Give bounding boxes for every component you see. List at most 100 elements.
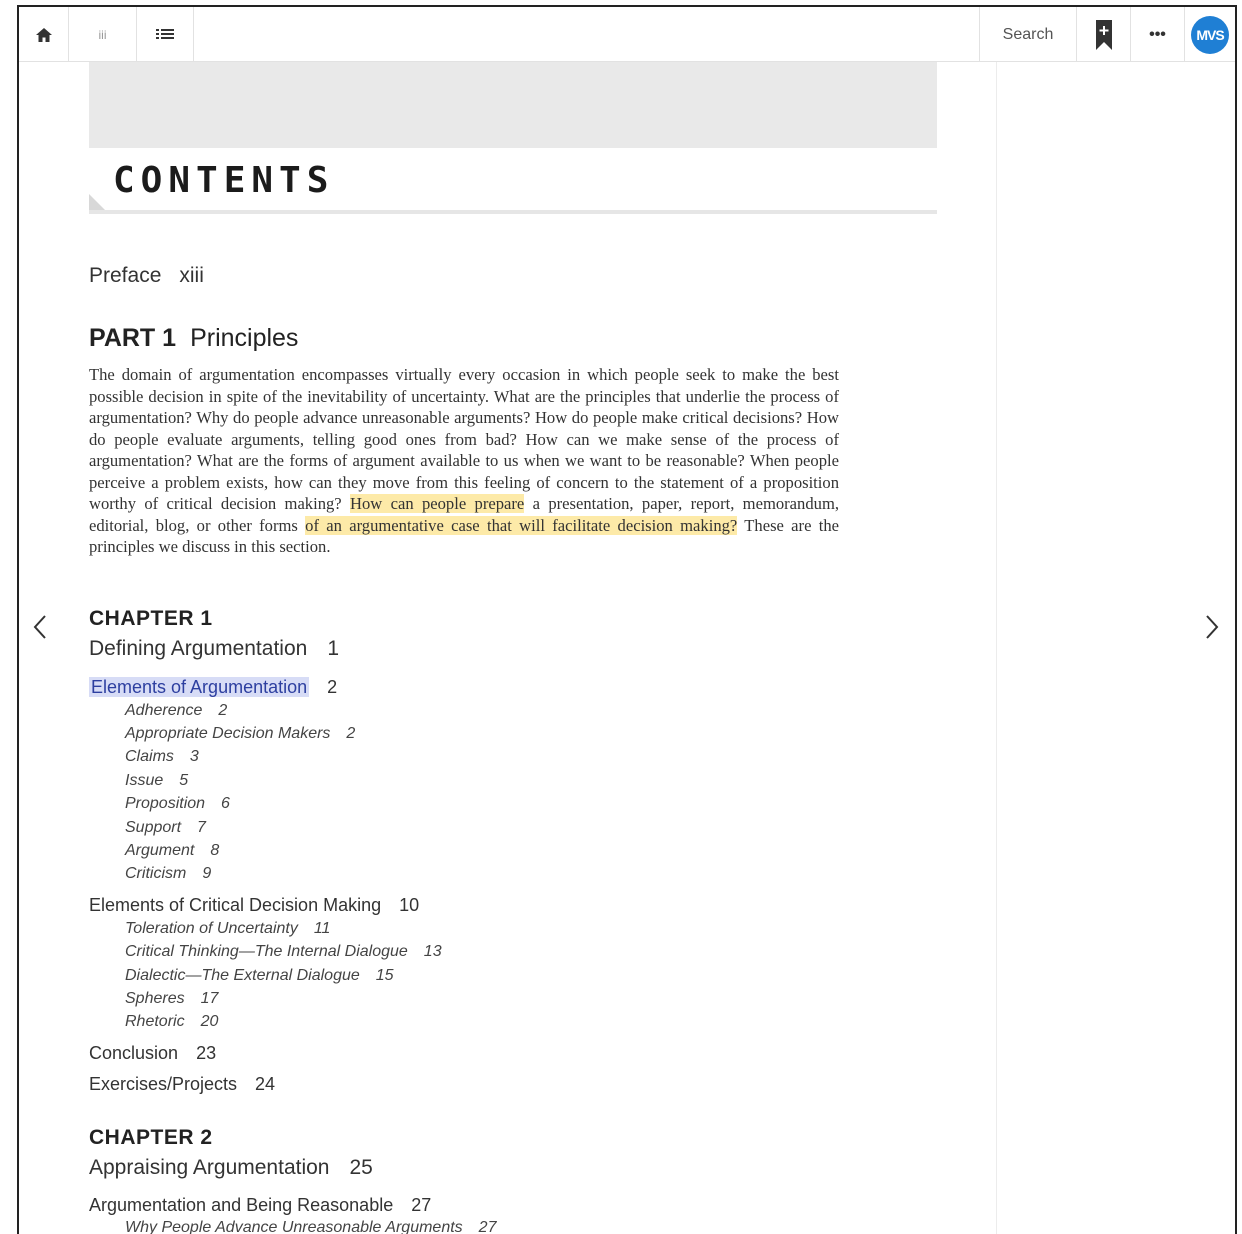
section-page: 2 <box>327 677 338 697</box>
toc-subsection[interactable]: Adherence 2 <box>125 702 227 720</box>
subsection-label: Rhetoric <box>125 1013 185 1030</box>
toc-subsection[interactable]: Claims 3 <box>125 748 199 766</box>
subsection-label: Why People Advance Unreasonable Argument… <box>125 1219 463 1234</box>
user-avatar-button[interactable]: MVS <box>1185 7 1235 62</box>
avatar-initials: MVS <box>1196 26 1224 43</box>
toc-subsection[interactable]: Support 7 <box>125 819 206 837</box>
highlight-1[interactable]: How can people prepare <box>350 494 525 513</box>
toc-subsection[interactable]: Argument 8 <box>125 842 219 860</box>
chapter-1-title: Defining Argumentation <box>89 637 308 660</box>
book-page: CONTENTS Preface xiii PART 1 Principles Th… <box>89 62 939 1234</box>
chapter-2-label: CHAPTER 2 <box>89 1126 213 1149</box>
more-icon: ••• <box>1149 25 1166 43</box>
section-label: Conclusion <box>89 1043 179 1063</box>
subsection-page: 2 <box>346 725 356 742</box>
subsection-page: 13 <box>423 943 442 960</box>
chapter-1-page: 1 <box>327 637 339 660</box>
subsection-label: Adherence <box>125 702 203 719</box>
previous-page-button[interactable] <box>25 607 55 647</box>
next-page-button[interactable] <box>1197 607 1227 647</box>
toc-preface[interactable]: Preface xiii <box>89 264 204 288</box>
subsection-page: 17 <box>200 990 219 1007</box>
search-button[interactable]: Search <box>979 7 1077 62</box>
chapter-2-title: Appraising Argumentation <box>89 1156 330 1179</box>
toc-subsection[interactable]: Criticism 9 <box>125 865 211 883</box>
toc-subsection[interactable]: Dialectic—The External Dialogue 15 <box>125 967 394 985</box>
subsection-label: Critical Thinking—The Internal Dialogue <box>125 943 408 960</box>
list-icon <box>156 28 174 39</box>
description-text: The domain of argumentation encompasses … <box>89 365 839 513</box>
page-number-button[interactable]: iii <box>69 7 137 62</box>
toc-section[interactable]: Conclusion 23 <box>89 1043 216 1064</box>
subsection-page: 15 <box>375 967 394 984</box>
subsection-label: Claims <box>125 748 174 765</box>
preface-page: xiii <box>179 264 204 287</box>
subsection-label: Appropriate Decision Makers <box>125 725 331 742</box>
subsection-page: 3 <box>189 748 199 765</box>
sidebar-divider <box>996 62 997 1234</box>
highlight-2[interactable]: of an argumentative case that will facil… <box>305 515 738 535</box>
table-of-contents-button[interactable] <box>137 7 194 62</box>
toc-section[interactable]: Elements of Argumentation 2 <box>89 677 337 698</box>
subsection-page: 7 <box>197 819 206 836</box>
subsection-page: 6 <box>221 795 230 812</box>
page-banner <box>89 62 937 148</box>
chapter-2-page: 25 <box>349 1156 373 1179</box>
subsection-label: Criticism <box>125 865 187 882</box>
section-page: 23 <box>196 1043 217 1063</box>
subsection-label: Support <box>125 819 182 836</box>
subsection-page: 27 <box>478 1219 497 1234</box>
subsection-page: 5 <box>179 772 189 789</box>
subsection-label: Spheres <box>125 990 185 1007</box>
add-bookmark-button[interactable] <box>1077 7 1131 62</box>
subsection-page: 8 <box>210 842 220 859</box>
home-button[interactable] <box>19 7 69 62</box>
chevron-left-icon <box>33 615 46 639</box>
bookmark-add-icon <box>1095 19 1112 50</box>
section-label: Argumentation and Being Reasonable <box>89 1195 394 1215</box>
toc-subsection[interactable]: Spheres 17 <box>125 990 218 1008</box>
toc-subsection[interactable]: Issue 5 <box>125 772 188 790</box>
avatar: MVS <box>1191 15 1229 54</box>
subsection-label: Toleration of Uncertainty <box>125 920 298 937</box>
toc-section[interactable]: Argumentation and Being Reasonable 27 <box>89 1195 431 1216</box>
subsection-label: Issue <box>125 772 164 789</box>
section-page: 24 <box>255 1074 276 1094</box>
toc-subsection[interactable]: Critical Thinking—The Internal Dialogue 1… <box>125 943 442 961</box>
toc-subsection[interactable]: Proposition 6 <box>125 795 230 813</box>
search-label: Search <box>1002 25 1054 43</box>
reader-window: iii Search ••• MVS CONTENTS Preface xiii… <box>17 5 1237 1234</box>
chevron-right-icon <box>1206 615 1219 639</box>
section-page: 10 <box>399 895 420 915</box>
subsection-page: 20 <box>200 1013 219 1030</box>
section-label: Exercises/Projects <box>89 1074 238 1094</box>
toc-subsection[interactable]: Why People Advance Unreasonable Argument… <box>125 1219 496 1234</box>
subsection-label: Proposition <box>125 795 206 812</box>
subsection-page: 11 <box>313 920 331 937</box>
subsection-label: Argument <box>125 842 195 859</box>
toc-subsection[interactable]: Rhetoric 20 <box>125 1013 218 1031</box>
title-divider <box>89 210 937 214</box>
subsection-page: 9 <box>202 865 212 882</box>
toc-section[interactable]: Exercises/Projects 24 <box>89 1074 275 1095</box>
title-decoration <box>89 194 105 210</box>
toc-part-heading: PART 1 Principles <box>89 324 298 353</box>
section-label: Elements of Critical Decision Making <box>89 895 382 915</box>
section-label: Elements of Argumentation <box>89 677 310 697</box>
section-page: 27 <box>411 1195 432 1215</box>
subsection-label: Dialectic—The External Dialogue <box>125 967 360 984</box>
toc-chapter-1[interactable]: Defining Argumentation 1 <box>89 637 339 661</box>
chapter-1-label: CHAPTER 1 <box>89 607 213 630</box>
part-description: The domain of argumentation encompasses … <box>89 364 839 558</box>
more-options-button[interactable]: ••• <box>1131 7 1185 62</box>
toc-subsection[interactable]: Appropriate Decision Makers 2 <box>125 725 355 743</box>
toc-subsection[interactable]: Toleration of Uncertainty 11 <box>125 920 330 938</box>
home-icon <box>35 27 52 42</box>
preface-label: Preface <box>89 264 162 287</box>
part-label: PART 1 <box>89 324 177 352</box>
page-title: CONTENTS <box>113 160 335 201</box>
subsection-page: 2 <box>218 702 228 719</box>
reader-toolbar: iii Search ••• MVS <box>19 7 1235 62</box>
toc-chapter-2[interactable]: Appraising Argumentation 25 <box>89 1156 373 1180</box>
toc-section[interactable]: Elements of Critical Decision Making 10 <box>89 895 419 916</box>
